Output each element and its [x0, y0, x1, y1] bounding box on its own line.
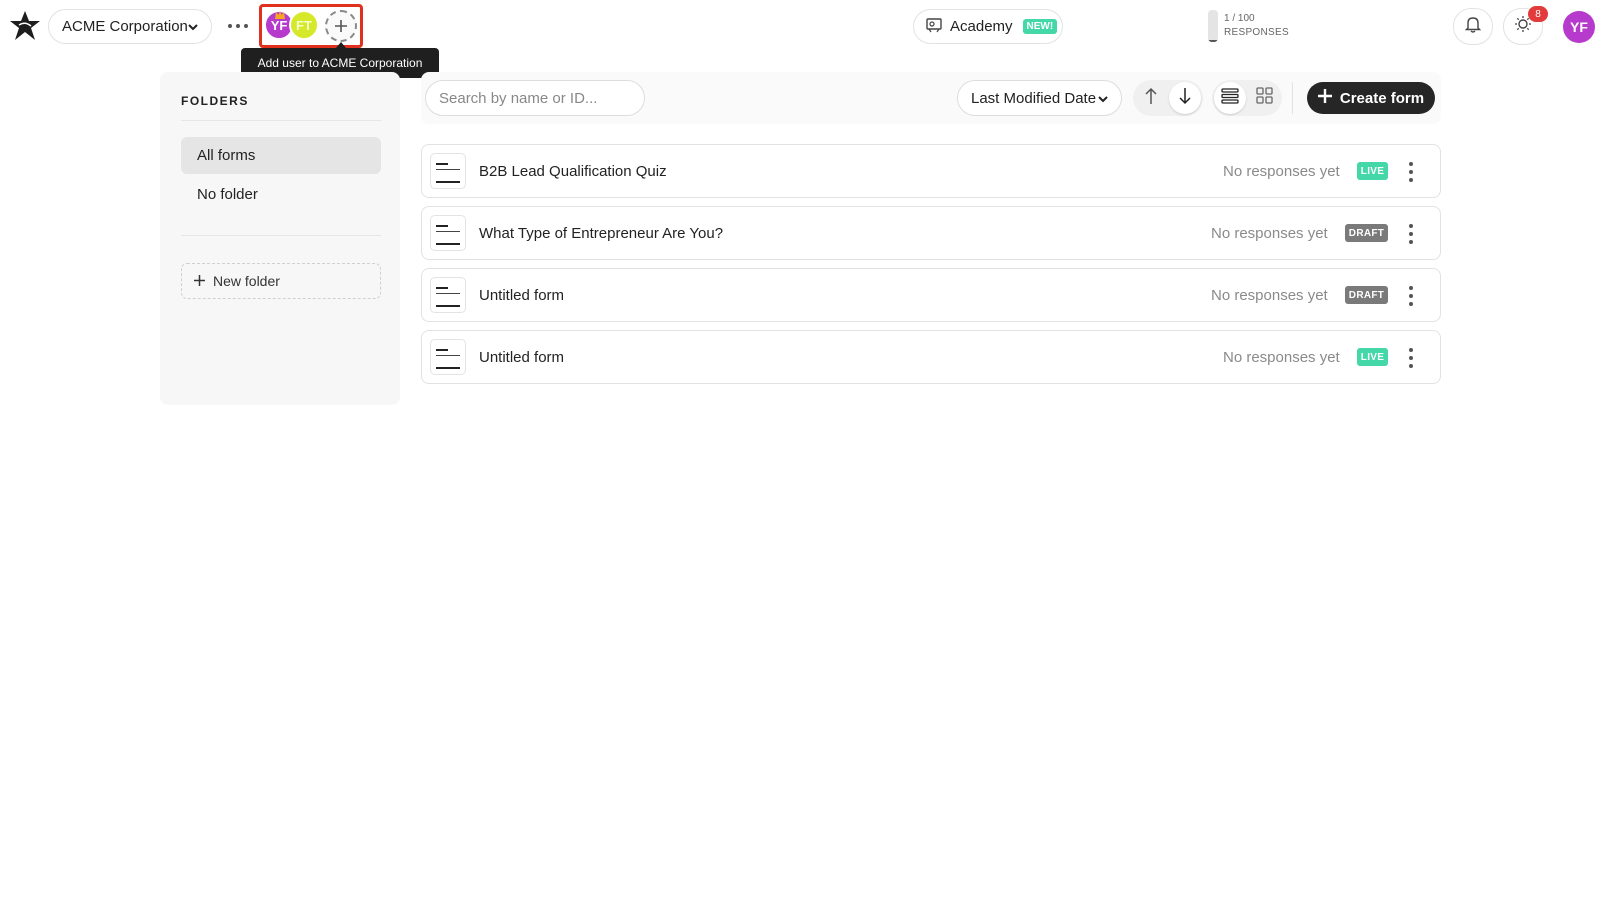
sidebar-item-all-forms[interactable]: All forms	[181, 137, 381, 174]
form-responses: No responses yet	[1211, 225, 1328, 242]
search-input[interactable]	[425, 80, 645, 116]
form-menu-icon[interactable]	[1406, 348, 1416, 368]
form-menu-icon[interactable]	[1406, 224, 1416, 244]
form-responses: No responses yet	[1223, 163, 1340, 180]
form-row[interactable]: B2B Lead Qualification Quiz No responses…	[421, 144, 1441, 198]
responses-meter-fill	[1208, 40, 1218, 42]
grid-view-button[interactable]	[1248, 82, 1280, 114]
sort-selector[interactable]: Last Modified Date	[957, 80, 1122, 116]
form-menu-icon[interactable]	[1406, 286, 1416, 306]
collaborator-avatar-ft[interactable]: FT	[289, 10, 319, 40]
workspace-selector[interactable]: ACME Corporation	[48, 9, 212, 44]
sort-label: Last Modified Date	[971, 89, 1097, 107]
academy-icon	[926, 17, 942, 37]
responses-meter	[1208, 10, 1218, 42]
form-responses: No responses yet	[1223, 349, 1340, 366]
form-row[interactable]: Untitled form No responses yet LIVE	[421, 330, 1441, 384]
plus-icon	[1317, 89, 1332, 107]
form-icon	[430, 339, 466, 375]
academy-label: Academy	[950, 18, 1013, 35]
form-title: B2B Lead Qualification Quiz	[479, 163, 667, 180]
new-badge: NEW!	[1022, 19, 1058, 34]
academy-button[interactable]: Academy NEW!	[913, 9, 1063, 44]
form-icon	[430, 215, 466, 251]
sort-ascending-button[interactable]	[1135, 82, 1167, 114]
workspace-name: ACME Corporation	[62, 18, 188, 35]
form-responses: No responses yet	[1211, 287, 1328, 304]
form-row[interactable]: What Type of Entrepreneur Are You? No re…	[421, 206, 1441, 260]
sort-descending-button[interactable]	[1169, 82, 1201, 114]
new-folder-button[interactable]: New folder	[181, 263, 381, 299]
create-form-button[interactable]: Create form	[1307, 82, 1435, 114]
grid-view-icon	[1255, 87, 1273, 109]
status-badge: LIVE	[1357, 162, 1388, 180]
more-options-icon[interactable]	[228, 18, 248, 34]
list-view-icon	[1221, 87, 1239, 109]
toolbar-divider	[1292, 82, 1293, 114]
sidebar-divider	[181, 120, 381, 121]
folders-title: FOLDERS	[181, 94, 249, 108]
form-title: What Type of Entrepreneur Are You?	[479, 225, 724, 242]
view-mode-group	[1212, 80, 1282, 116]
arrow-down-icon	[1178, 87, 1192, 110]
form-menu-icon[interactable]	[1406, 162, 1416, 182]
list-view-button[interactable]	[1214, 82, 1246, 114]
form-icon	[430, 153, 466, 189]
top-bar: ACME Corporation YF FT Add user to ACME …	[0, 0, 1600, 78]
forms-toolbar: Last Modified Date	[421, 72, 1441, 124]
logo-icon[interactable]	[8, 9, 42, 43]
add-user-button[interactable]	[325, 10, 357, 42]
profile-avatar[interactable]: YF	[1563, 11, 1595, 43]
chevron-down-icon	[1097, 92, 1109, 109]
status-badge: DRAFT	[1345, 286, 1388, 304]
form-row[interactable]: Untitled form No responses yet DRAFT	[421, 268, 1441, 322]
status-badge: DRAFT	[1345, 224, 1388, 242]
crown-icon	[275, 6, 285, 19]
notification-count-badge: 8	[1528, 6, 1548, 22]
form-title: Untitled form	[479, 287, 565, 304]
sidebar-divider	[181, 235, 381, 236]
responses-count: 1 / 100	[1224, 13, 1255, 24]
form-icon	[430, 277, 466, 313]
responses-label: RESPONSES	[1224, 27, 1289, 38]
sidebar-item-no-folder[interactable]: No folder	[181, 176, 381, 213]
sort-direction-group	[1133, 80, 1203, 116]
folders-sidebar: FOLDERS All forms No folder New folder	[160, 72, 400, 405]
bell-icon	[1464, 15, 1482, 38]
chevron-down-icon	[187, 20, 199, 37]
status-badge: LIVE	[1357, 348, 1388, 366]
arrow-up-icon	[1144, 87, 1158, 110]
plus-icon	[194, 273, 205, 289]
form-title: Untitled form	[479, 349, 565, 366]
notifications-button[interactable]	[1453, 8, 1493, 45]
